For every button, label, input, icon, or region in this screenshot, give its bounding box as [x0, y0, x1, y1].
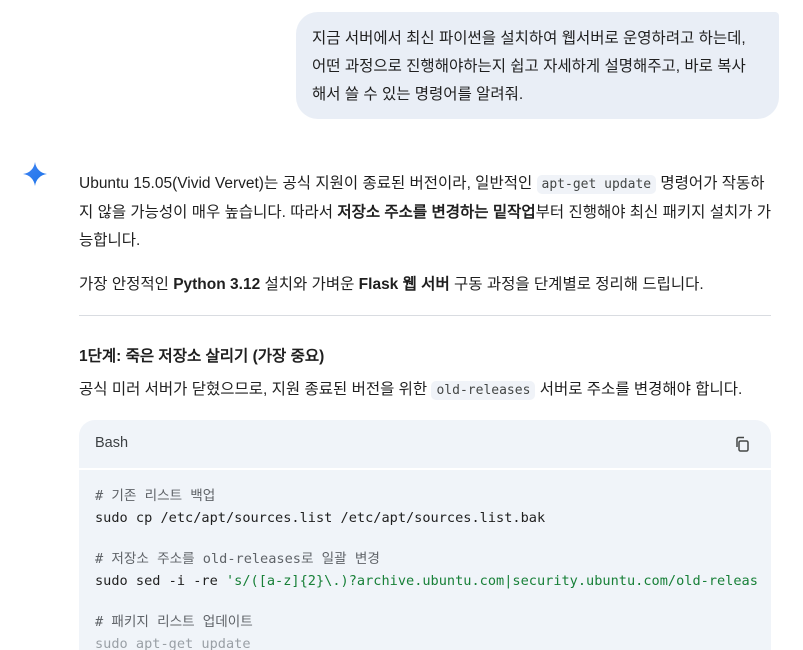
code-line: sudo cp /etc/apt/sources.list /etc/apt/s…: [95, 509, 546, 526]
step1-description: 공식 미러 서버가 닫혔으므로, 지원 종료된 버전을 위한 old-relea…: [79, 376, 774, 405]
step1-title: 1단계: 죽은 저장소 살리기 (가장 중요): [79, 348, 325, 365]
user-message-bubble: 지금 서버에서 최신 파이썬을 설치하여 웹서버로 운영하려고 하는데, 어떤 …: [296, 12, 779, 119]
copy-code-button[interactable]: [729, 431, 755, 457]
text-span: 설치와 가벼운: [260, 276, 359, 293]
text-span: 구동 과정을 단계별로 정리해 드립니다.: [449, 276, 704, 293]
inline-code-old-releases: old-releases: [431, 381, 536, 400]
text-span: Ubuntu 15.05(Vivid Vervet)는 공식 지원이 종료된 버…: [79, 175, 537, 192]
inline-code-apt-get: apt-get update: [536, 175, 657, 194]
text-span: 가장 안정적인: [79, 276, 174, 293]
assistant-answer: Ubuntu 15.05(Vivid Vervet)는 공식 지원이 종료된 버…: [79, 170, 774, 299]
text-span: 서버로 주소를 변경해야 합니다.: [535, 381, 743, 398]
code-line: sudo sed -i -re 's/([a-z]{2}\.)?archive.…: [95, 571, 771, 593]
code-string: 's/([a-z]{2}\.)?archive.ubuntu.com|secur…: [225, 572, 758, 589]
text-span: 공식 미러 서버가 닫혔으므로, 지원 종료된 버전을 위한: [79, 381, 432, 398]
code-comment: # 기존 리스트 백업: [95, 488, 216, 504]
bold-text: 저장소 주소를 변경하는 밑작업: [337, 204, 536, 221]
intro-paragraph: Ubuntu 15.05(Vivid Vervet)는 공식 지원이 종료된 버…: [79, 170, 774, 255]
code-block-header: Bash: [79, 420, 771, 470]
copy-icon: [736, 436, 749, 452]
code-language-label: Bash: [95, 435, 129, 451]
bold-python: Python 3.12: [173, 276, 261, 293]
code-text: sudo sed -i -re: [95, 572, 226, 589]
summary-paragraph: 가장 안정적인 Python 3.12 설치와 가벼운 Flask 웹 서버 구…: [79, 271, 774, 299]
code-block: Bash # 기존 리스트 백업 sudo cp /etc/apt/sources…: [79, 420, 771, 650]
code-comment: # 저장소 주소를 old-releases로 일괄 변경: [95, 551, 380, 567]
bold-flask: Flask 웹 서버: [358, 276, 450, 293]
code-body[interactable]: # 기존 리스트 백업 sudo cp /etc/apt/sources.list…: [79, 470, 771, 650]
sparkle-icon: [23, 162, 47, 186]
code-line: sudo apt-get update: [95, 635, 251, 650]
code-comment: # 패키지 리스트 업데이트: [95, 614, 253, 630]
divider: [79, 315, 771, 316]
